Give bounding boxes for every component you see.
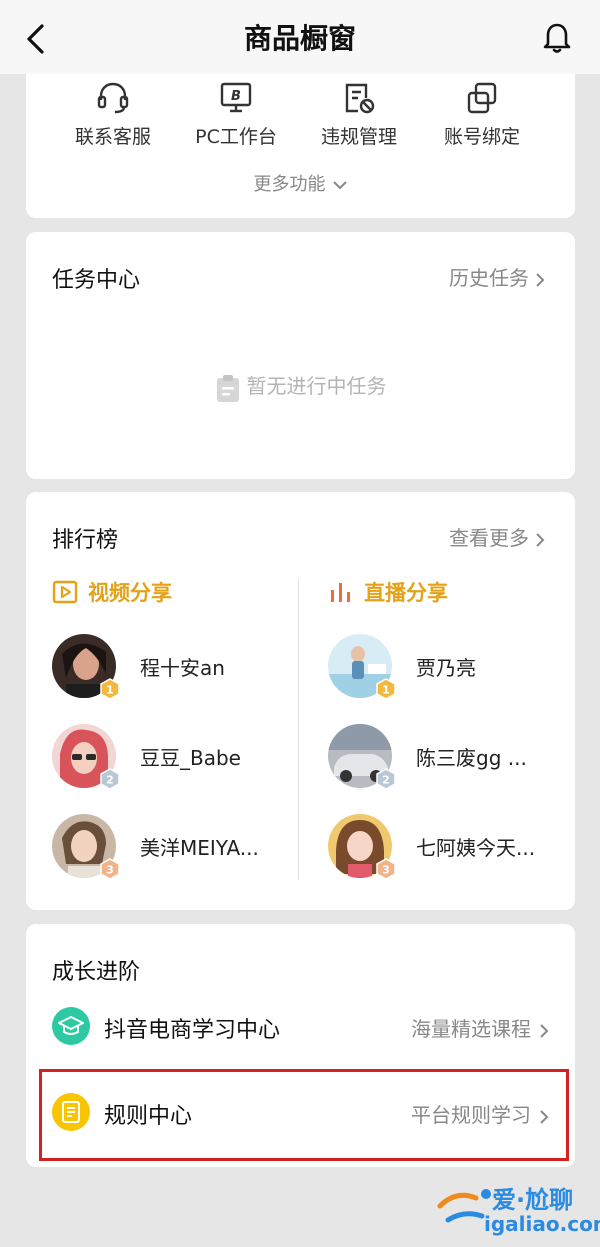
page-title: 商品橱窗 — [243, 22, 356, 55]
learning-center-hint: 海量精选课程 — [411, 1013, 549, 1042]
rank-name: 七阿姨今天... — [416, 836, 536, 860]
chevron-right-icon — [536, 272, 545, 287]
ranking-card: 排行榜 查看更多 视频分享 1 程十安an 2 豆豆_Babe 3 美洋MEIY… — [26, 492, 575, 910]
rank-badge-icon: 2 — [100, 768, 120, 790]
func-pc-workbench[interactable]: B PC工作台 — [176, 80, 296, 149]
rank-badge-icon: 1 — [100, 678, 120, 700]
link-icon — [467, 82, 497, 114]
rank-entry[interactable]: 2 豆豆_Babe — [52, 724, 312, 790]
rank-name: 豆豆_Babe — [140, 746, 241, 770]
rank-entry[interactable]: 1 贾乃亮 — [328, 634, 588, 700]
watermark-url: igaliao.com — [484, 1212, 600, 1236]
svg-text:B: B — [231, 89, 241, 104]
rank-badge-icon: 3 — [100, 858, 120, 880]
task-center-title: 任务中心 — [52, 268, 141, 293]
empty-tasks-text: 暂无进行中任务 — [246, 374, 387, 398]
clipboard-icon — [216, 374, 239, 402]
rank-entry[interactable]: 1 程十安an — [52, 634, 312, 700]
headset-icon — [97, 82, 129, 114]
rank-badge-icon: 3 — [376, 858, 396, 880]
rank-entry[interactable]: 3 七阿姨今天... — [328, 814, 588, 880]
func-label: 账号绑定 — [443, 126, 520, 148]
ranking-title: 排行榜 — [52, 528, 119, 553]
chevron-right-icon — [540, 1023, 549, 1038]
func-account-binding[interactable]: 账号绑定 — [422, 80, 542, 149]
chevron-right-icon — [536, 532, 545, 547]
rank-entry[interactable]: 3 美洋MEIYA... — [52, 814, 312, 880]
tab-live-share[interactable]: 直播分享 — [328, 572, 588, 612]
rank-name: 美洋MEIYA... — [140, 836, 259, 860]
func-violation-manage[interactable]: 违规管理 — [299, 80, 419, 149]
more-functions-label: 更多功能 — [253, 174, 326, 195]
task-center-card: 任务中心 历史任务 暂无进行中任务 — [26, 232, 575, 479]
svg-text:2: 2 — [382, 774, 390, 787]
graduation-cap-icon — [52, 1007, 90, 1045]
svg-text:2: 2 — [106, 774, 114, 787]
func-label: 违规管理 — [320, 126, 397, 148]
hint-text: 海量精选课程 — [411, 1017, 531, 1041]
rank-badge-icon: 1 — [376, 678, 396, 700]
more-functions-button[interactable]: 更多功能 — [26, 170, 575, 196]
watermark-title: 爱·尬聊 — [492, 1186, 574, 1214]
rank-badge-icon: 2 — [376, 768, 396, 790]
column-divider — [298, 578, 299, 880]
video-share-title: 视频分享 — [88, 581, 172, 605]
rank-name: 陈三废gg ... — [416, 746, 527, 770]
back-arrow-icon[interactable] — [22, 22, 52, 56]
bell-icon[interactable] — [542, 20, 572, 56]
bar-chart-icon — [331, 583, 350, 602]
learning-center-row[interactable]: 抖音电商学习中心 海量精选课程 — [52, 1004, 549, 1048]
rank-name: 贾乃亮 — [416, 656, 476, 680]
chevron-down-icon — [332, 181, 347, 190]
history-tasks-label: 历史任务 — [449, 266, 529, 290]
learning-center-label: 抖音电商学习中心 — [104, 1018, 281, 1043]
svg-text:1: 1 — [382, 684, 390, 697]
svg-text:3: 3 — [382, 864, 390, 877]
functions-card: 联系客服 B PC工作台 违规管理 账号绑定 更多功能 — [26, 74, 575, 218]
svg-text:3: 3 — [106, 864, 114, 877]
tab-video-share[interactable]: 视频分享 — [52, 572, 312, 612]
play-video-icon — [52, 580, 78, 604]
history-tasks-link[interactable]: 历史任务 — [449, 262, 545, 291]
svg-text:1: 1 — [106, 684, 114, 697]
empty-tasks-placeholder: 暂无进行中任务 — [26, 370, 575, 403]
ranking-more-link[interactable]: 查看更多 — [449, 522, 545, 551]
violation-icon — [345, 83, 375, 114]
growth-title: 成长进阶 — [52, 960, 141, 985]
highlight-box — [39, 1069, 569, 1161]
monitor-icon: B — [220, 82, 252, 113]
rank-entry[interactable]: 2 陈三废gg ... — [328, 724, 588, 790]
ranking-more-label: 查看更多 — [449, 526, 529, 550]
video-share-column: 视频分享 1 程十安an 2 豆豆_Babe 3 美洋MEIYA... — [52, 572, 312, 880]
func-label: PC工作台 — [195, 126, 277, 148]
func-label: 联系客服 — [74, 126, 151, 148]
top-nav-bar: 商品橱窗 — [0, 0, 600, 74]
live-share-title: 直播分享 — [364, 581, 448, 605]
func-contact-service[interactable]: 联系客服 — [53, 80, 173, 149]
rank-name: 程十安an — [140, 656, 225, 680]
live-share-column: 直播分享 1 贾乃亮 2 陈三废gg ... 3 七阿姨今天... — [328, 572, 588, 880]
